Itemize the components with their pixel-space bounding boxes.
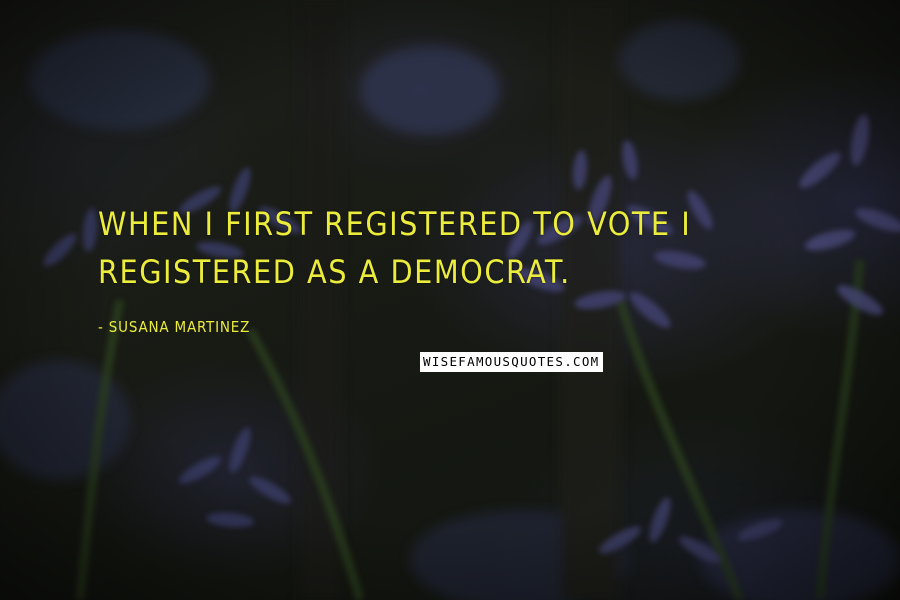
quote-author-line: - Susana Martinez (98, 318, 250, 336)
quote-text: When I first registered to vote I regist… (98, 205, 692, 291)
flower-background-image (0, 0, 900, 600)
quote-image: When I first registered to vote I regist… (0, 0, 900, 600)
author-dash: - (98, 318, 109, 336)
site-watermark: WISEFAMOUSQUOTES.COM (420, 352, 603, 372)
quote-author: Susana Martinez (108, 318, 251, 336)
